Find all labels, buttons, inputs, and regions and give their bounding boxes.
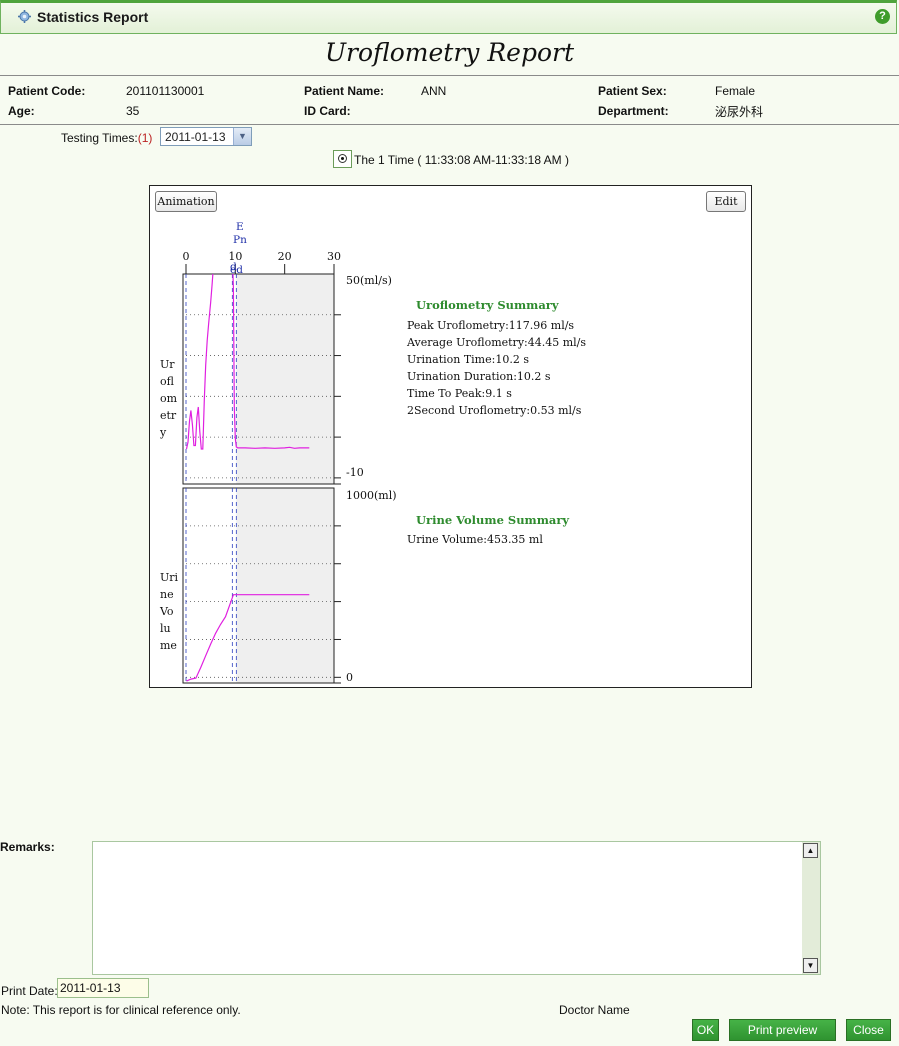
summary-urination-time: Urination Time:10.2 s xyxy=(407,353,529,366)
summary-average: Average Uroflometry:44.45 ml/s xyxy=(407,336,587,349)
summary-2second: 2Second Uroflometry:0.53 ml/s xyxy=(407,404,582,417)
help-icon[interactable]: ? xyxy=(875,9,890,24)
testing-date-select[interactable]: 2011-01-13 ▼ xyxy=(160,127,252,146)
chart-panel: 0 10 20 30 E Pn ed d 50(ml/s) -10 1000(ml) 0 Animat… xyxy=(149,185,752,688)
summary-peak: Peak Uroflometry:117.96 ml/s xyxy=(407,319,575,332)
marker-label: E xyxy=(236,221,244,233)
x-tick-label-30: 30 xyxy=(327,250,341,263)
ok-button[interactable]: OK xyxy=(692,1019,719,1041)
flow-post-region xyxy=(236,274,334,484)
remarks-label: Remarks: xyxy=(0,840,55,854)
uroflometry-summary-list: Peak Uroflometry:117.96 ml/s Average Uro… xyxy=(407,317,586,419)
uroflometry-axis-label: Ur ofl om etr y xyxy=(160,358,178,439)
age-label: Age: xyxy=(8,104,35,118)
department-label: Department: xyxy=(598,104,669,118)
summary-time-to-peak: Time To Peak:9.1 s xyxy=(407,387,512,400)
print-date-label: Print Date: xyxy=(1,984,58,998)
patient-sex-label: Patient Sex: xyxy=(598,84,667,98)
remarks-textarea[interactable]: ▲ ▼ xyxy=(92,841,821,975)
test-time-radio[interactable] xyxy=(333,150,352,168)
patient-name-label: Patient Name: xyxy=(304,84,385,98)
scroll-down-icon[interactable]: ▼ xyxy=(803,958,818,973)
testing-times-label: Testing Times:(1) xyxy=(61,131,152,145)
x-tick-label-20: 20 xyxy=(278,250,292,263)
report-title: Uroflometry Report xyxy=(324,38,575,67)
volume-y-max-label: 1000(ml) xyxy=(346,489,397,502)
patient-code-label: Patient Code: xyxy=(8,84,86,98)
testing-times-text: Testing Times: xyxy=(61,131,138,145)
chevron-down-icon[interactable]: ▼ xyxy=(233,128,251,145)
remarks-scrollbar[interactable]: ▲ ▼ xyxy=(802,842,820,974)
urine-volume-axis-label: Uri ne Vo lu me xyxy=(160,571,179,652)
close-button[interactable]: Close xyxy=(846,1019,891,1041)
edit-button[interactable]: Edit xyxy=(706,191,746,212)
id-card-label: ID Card: xyxy=(304,104,351,118)
volume-y-min-label: 0 xyxy=(346,671,353,684)
flow-y-max-label: 50(ml/s) xyxy=(346,274,392,287)
summary-urine-volume: Urine Volume:453.35 ml xyxy=(407,533,543,546)
volume-summary-title: Urine Volume Summary xyxy=(416,513,570,527)
volume-post-region xyxy=(236,488,334,683)
header-divider xyxy=(0,75,899,76)
testing-date-value: 2011-01-13 xyxy=(165,130,226,144)
clinical-note: Note: This report is for clinical refere… xyxy=(1,1003,241,1017)
patient-code-value: 201101130001 xyxy=(126,84,205,98)
patient-sex-value: Female xyxy=(715,84,756,98)
flow-y-min-label: -10 xyxy=(346,466,364,479)
scroll-up-icon[interactable]: ▲ xyxy=(803,843,818,858)
uroflometry-chart: 0 10 20 30EPnedd50(ml/s)-101000(ml)0 xyxy=(182,221,397,684)
uroflometry-summary-title: Uroflometry Summary xyxy=(416,298,559,312)
department-value: 泌尿外科 xyxy=(715,105,764,119)
window-title: Statistics Report xyxy=(37,9,149,25)
doctor-name-label: Doctor Name xyxy=(559,1003,630,1017)
radio-selected-icon xyxy=(338,154,347,163)
patient-info-divider xyxy=(0,124,899,125)
age-value: 35 xyxy=(126,104,140,118)
summary-urination-duration: Urination Duration:10.2 s xyxy=(407,370,551,383)
x-tick-label-0: 0 xyxy=(183,250,190,263)
patient-name-value: ANN xyxy=(421,84,447,98)
marker-label: d xyxy=(230,261,237,273)
marker-label: Pn xyxy=(233,234,247,246)
settings-gear-icon xyxy=(18,10,31,23)
print-date-input[interactable]: 2011-01-13 xyxy=(57,978,149,998)
print-preview-button[interactable]: Print preview xyxy=(729,1019,836,1041)
test-time-radio-label[interactable]: The 1 Time ( 11:33:08 AM-11:33:18 AM ) xyxy=(354,153,569,167)
animation-button[interactable]: Animation xyxy=(155,191,217,212)
testing-times-count: (1) xyxy=(137,131,153,145)
